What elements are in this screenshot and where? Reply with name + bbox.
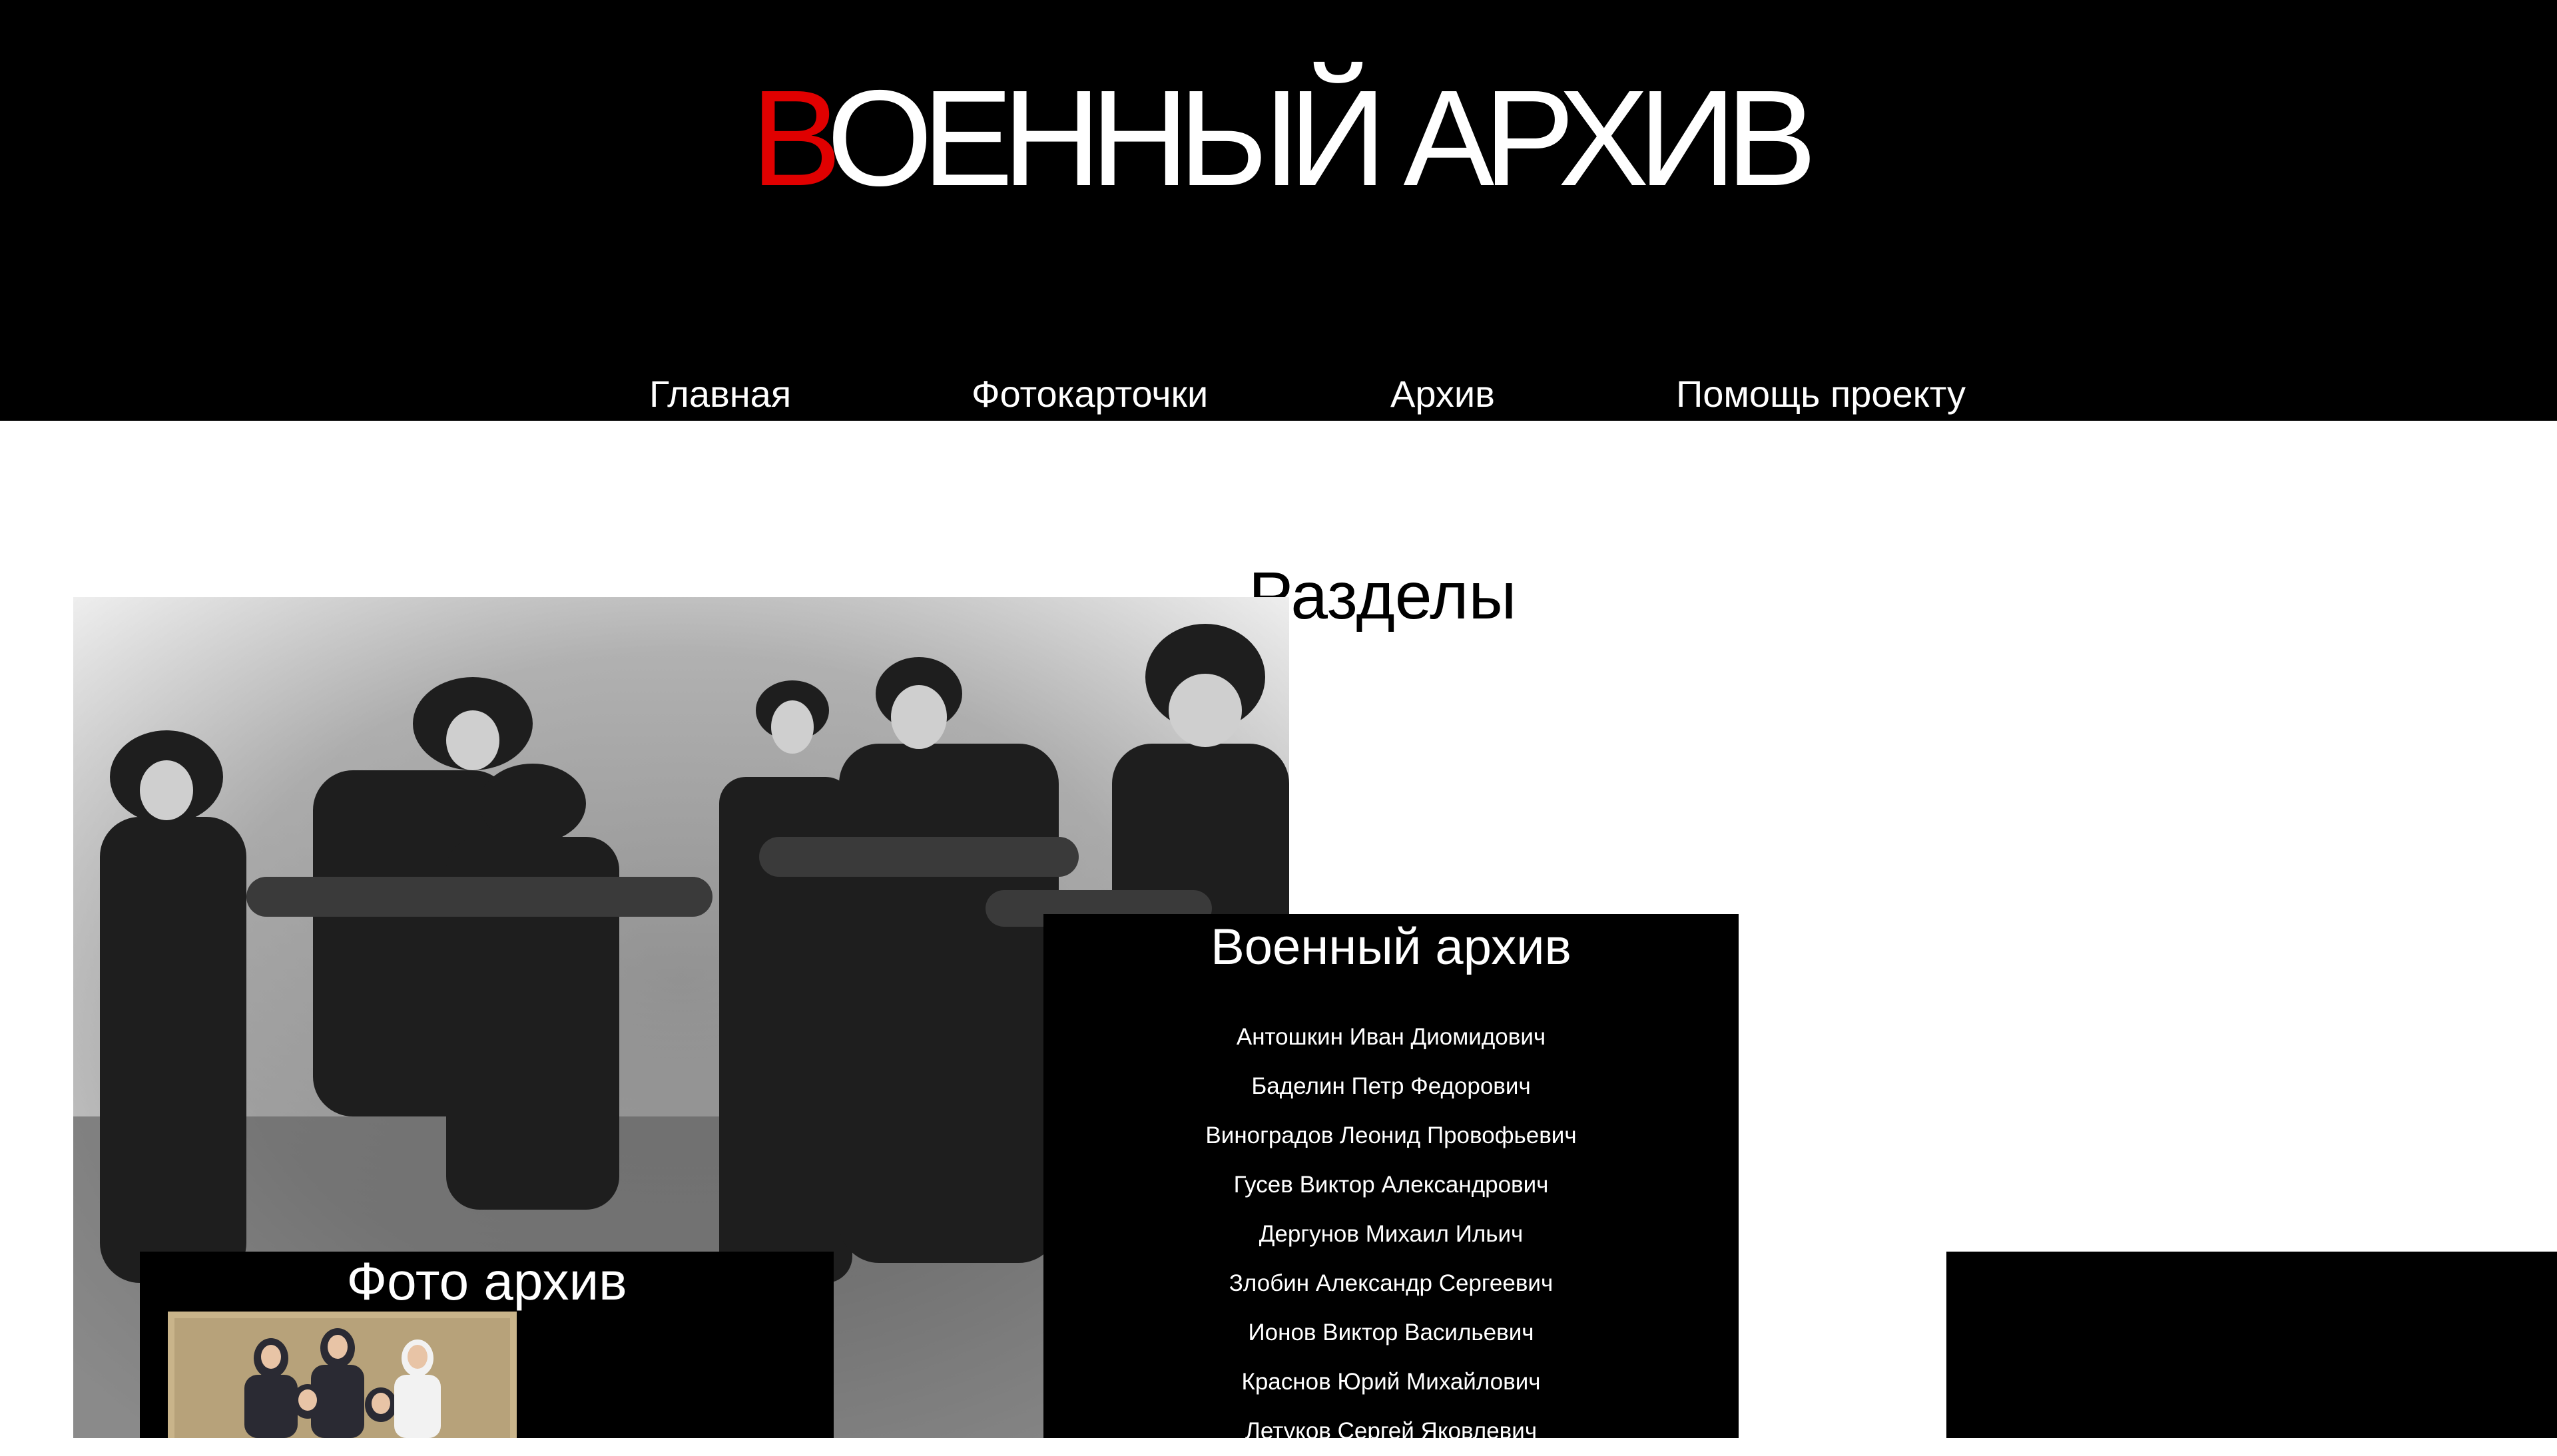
- list-item[interactable]: Краснов Юрий Михайлович: [1043, 1357, 1739, 1407]
- list-item[interactable]: Антошкин Иван Диомидович: [1043, 1013, 1739, 1062]
- decorative-black-block: [1946, 1252, 2557, 1438]
- nav-item-support-project[interactable]: Помощь проекту: [1676, 367, 1966, 421]
- site-title-accent-letter: В: [750, 62, 837, 214]
- list-item[interactable]: Злобин Александр Сергеевич: [1043, 1259, 1739, 1308]
- site-title-text: ОЕННЫЙ АРХИВ: [826, 62, 1817, 214]
- nav-item-home[interactable]: Главная: [649, 367, 791, 421]
- site-header: ВОЕННЫЙ АРХИВ Главная Фотокарточки Архив…: [0, 0, 2557, 421]
- photo-archive-thumbnail[interactable]: [168, 1312, 517, 1438]
- nav-item-photocards[interactable]: Фотокарточки: [972, 367, 1208, 421]
- military-archive-list: Антошкин Иван Диомидович Баделин Петр Фе…: [1043, 1013, 1739, 1456]
- list-item[interactable]: Виноградов Леонид Провофьевич: [1043, 1111, 1739, 1160]
- main-nav: Главная Фотокарточки Архив Помощь проект…: [0, 367, 2557, 421]
- photo-archive-title[interactable]: Фото архив: [140, 1252, 834, 1312]
- list-item[interactable]: Дергунов Михаил Ильич: [1043, 1210, 1739, 1259]
- list-item[interactable]: Гусев Виктор Александрович: [1043, 1160, 1739, 1210]
- nav-item-archive[interactable]: Архив: [1390, 367, 1495, 421]
- military-archive-title[interactable]: Военный архив: [1043, 914, 1739, 981]
- photo-archive-panel: Фото архив: [140, 1252, 834, 1438]
- list-item[interactable]: Ионов Виктор Васильевич: [1043, 1308, 1739, 1357]
- site-title[interactable]: ВОЕННЫЙ АРХИВ: [0, 65, 2557, 212]
- list-item[interactable]: Летуков Сергей Яковлевич: [1043, 1407, 1739, 1456]
- list-item[interactable]: Баделин Петр Федорович: [1043, 1062, 1739, 1111]
